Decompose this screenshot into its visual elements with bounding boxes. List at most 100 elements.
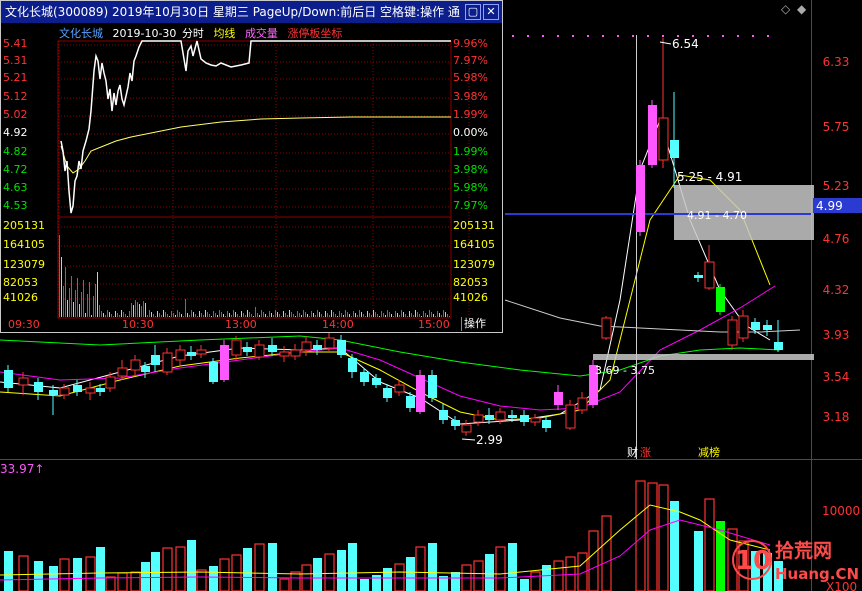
- candle-body: [694, 275, 703, 278]
- price-axis-tick: 3.54: [823, 370, 850, 384]
- intraday-volume-bar: [393, 316, 394, 317]
- intraday-volume-bar: [301, 315, 302, 317]
- volume-bar: [508, 543, 517, 591]
- volume-bar: [520, 579, 529, 591]
- intraday-volume-bar: [149, 310, 150, 317]
- candle-body: [485, 415, 494, 420]
- intraday-volume-bar: [209, 314, 210, 317]
- candle-body: [554, 392, 563, 405]
- intraday-volume-bar: [141, 306, 142, 317]
- svg-text:拾荒网: 拾荒网: [775, 539, 832, 562]
- candle-body: [451, 420, 460, 426]
- event-marker-limit[interactable]: 涨: [640, 446, 651, 459]
- candle-body: [704, 261, 715, 289]
- intraday-volume-bar: [219, 310, 220, 317]
- intraday-volume-bar: [247, 310, 248, 317]
- intraday-volume-bar: [433, 314, 434, 317]
- volume-bar: [428, 543, 437, 591]
- candle-body: [117, 367, 128, 377]
- event-marker-reduce[interactable]: 减榜: [698, 445, 720, 459]
- candle-body: [360, 372, 369, 382]
- intraday-volume-bar: [85, 313, 86, 317]
- candle-body: [313, 345, 322, 350]
- intraday-volume-bar: [391, 314, 392, 317]
- intraday-volume-bar: [413, 315, 414, 317]
- intraday-volume-bar: [155, 316, 156, 317]
- intraday-volume-bar: [359, 310, 360, 317]
- candle-body: [542, 420, 551, 428]
- intraday-volume-bar: [321, 314, 322, 317]
- intraday-volume-bar: [411, 313, 412, 317]
- intraday-volume-bar: [157, 311, 158, 317]
- candle-body: [394, 384, 405, 393]
- intraday-volume-bar: [341, 313, 342, 317]
- intraday-average-line: [60, 116, 451, 174]
- intraday-volume-bar: [99, 305, 100, 317]
- intraday-volume-bar: [399, 315, 400, 317]
- mid-label: 4.91 - 4.70: [687, 209, 747, 222]
- intraday-volume-bar: [161, 315, 162, 317]
- intraday-volume-bar: [123, 312, 124, 317]
- intraday-volume-bar: [145, 303, 146, 317]
- intraday-volume-bar: [425, 313, 426, 317]
- candle-body: [301, 341, 312, 351]
- intraday-volume-bar: [95, 284, 96, 317]
- intraday-price-tick: 4.92: [3, 126, 28, 139]
- intraday-volume-bar: [245, 315, 246, 317]
- resistance-label: 5.25 - 4.91: [677, 170, 742, 184]
- intraday-volume-bar: [103, 313, 104, 317]
- intraday-volume-bar: [119, 315, 120, 317]
- intraday-volume-bar: [275, 310, 276, 317]
- intraday-volume-tick: 41026: [453, 291, 488, 304]
- intraday-volume-tick: 82053: [3, 276, 38, 289]
- volume-label: 33.97↑: [0, 462, 44, 476]
- intraday-volume-bar: [167, 314, 168, 317]
- intraday-volume-bar: [127, 316, 128, 317]
- candle-body: [508, 415, 517, 418]
- intraday-volume-bar: [181, 314, 182, 317]
- intraday-volume-tick: 41026: [3, 291, 38, 304]
- intraday-volume-bar: [187, 313, 188, 317]
- intraday-volume-bar: [221, 312, 222, 317]
- intraday-volume-bar: [337, 316, 338, 317]
- event-dot: [542, 35, 544, 37]
- intraday-volume-bar: [185, 299, 186, 317]
- candle-body: [4, 370, 13, 388]
- intraday-chart[interactable]: [1, 1, 502, 332]
- candle-body: [461, 424, 472, 433]
- intraday-volume-bar: [109, 312, 110, 317]
- intraday-volume-bar: [113, 316, 114, 317]
- candle-body: [231, 339, 242, 356]
- diamond-outline-icon[interactable]: ◇: [781, 2, 791, 16]
- popup-operate-button[interactable]: 操作: [461, 317, 502, 331]
- intraday-volume-bar: [315, 315, 316, 317]
- intraday-popup-window[interactable]: 文化长城(300089) 2019年10月30日 星期三 PageUp/Down…: [0, 0, 503, 333]
- event-marker-finance[interactable]: 财: [627, 445, 638, 459]
- candle-body: [34, 382, 43, 392]
- intraday-volume-bar: [125, 314, 126, 317]
- intraday-volume-bar: [335, 314, 336, 317]
- candle-body: [530, 417, 541, 423]
- volume-bar: [279, 578, 290, 591]
- intraday-volume-bar: [297, 311, 298, 317]
- intraday-volume-tick: 205131: [3, 219, 45, 232]
- intraday-volume-bar: [435, 316, 436, 317]
- candle-body: [383, 388, 392, 398]
- volume-bar: [658, 484, 669, 591]
- intraday-volume-bar: [171, 311, 172, 317]
- diamond-icon[interactable]: ◆: [797, 2, 807, 16]
- intraday-volume-bar: [401, 310, 402, 317]
- volume-bar: [704, 498, 715, 591]
- candle-body: [520, 415, 529, 422]
- current-price-label: 4.99: [816, 199, 843, 213]
- intraday-volume-tick: 164105: [3, 238, 45, 251]
- volume-bar: [175, 546, 186, 591]
- intraday-volume-bar: [383, 313, 384, 317]
- intraday-volume-bar: [299, 313, 300, 317]
- intraday-volume-bar: [199, 311, 200, 317]
- volume-bar: [73, 558, 82, 591]
- candle-body: [636, 165, 645, 232]
- volume-bar: [372, 575, 381, 591]
- event-dot: [722, 35, 724, 37]
- volume-bar: [130, 571, 141, 591]
